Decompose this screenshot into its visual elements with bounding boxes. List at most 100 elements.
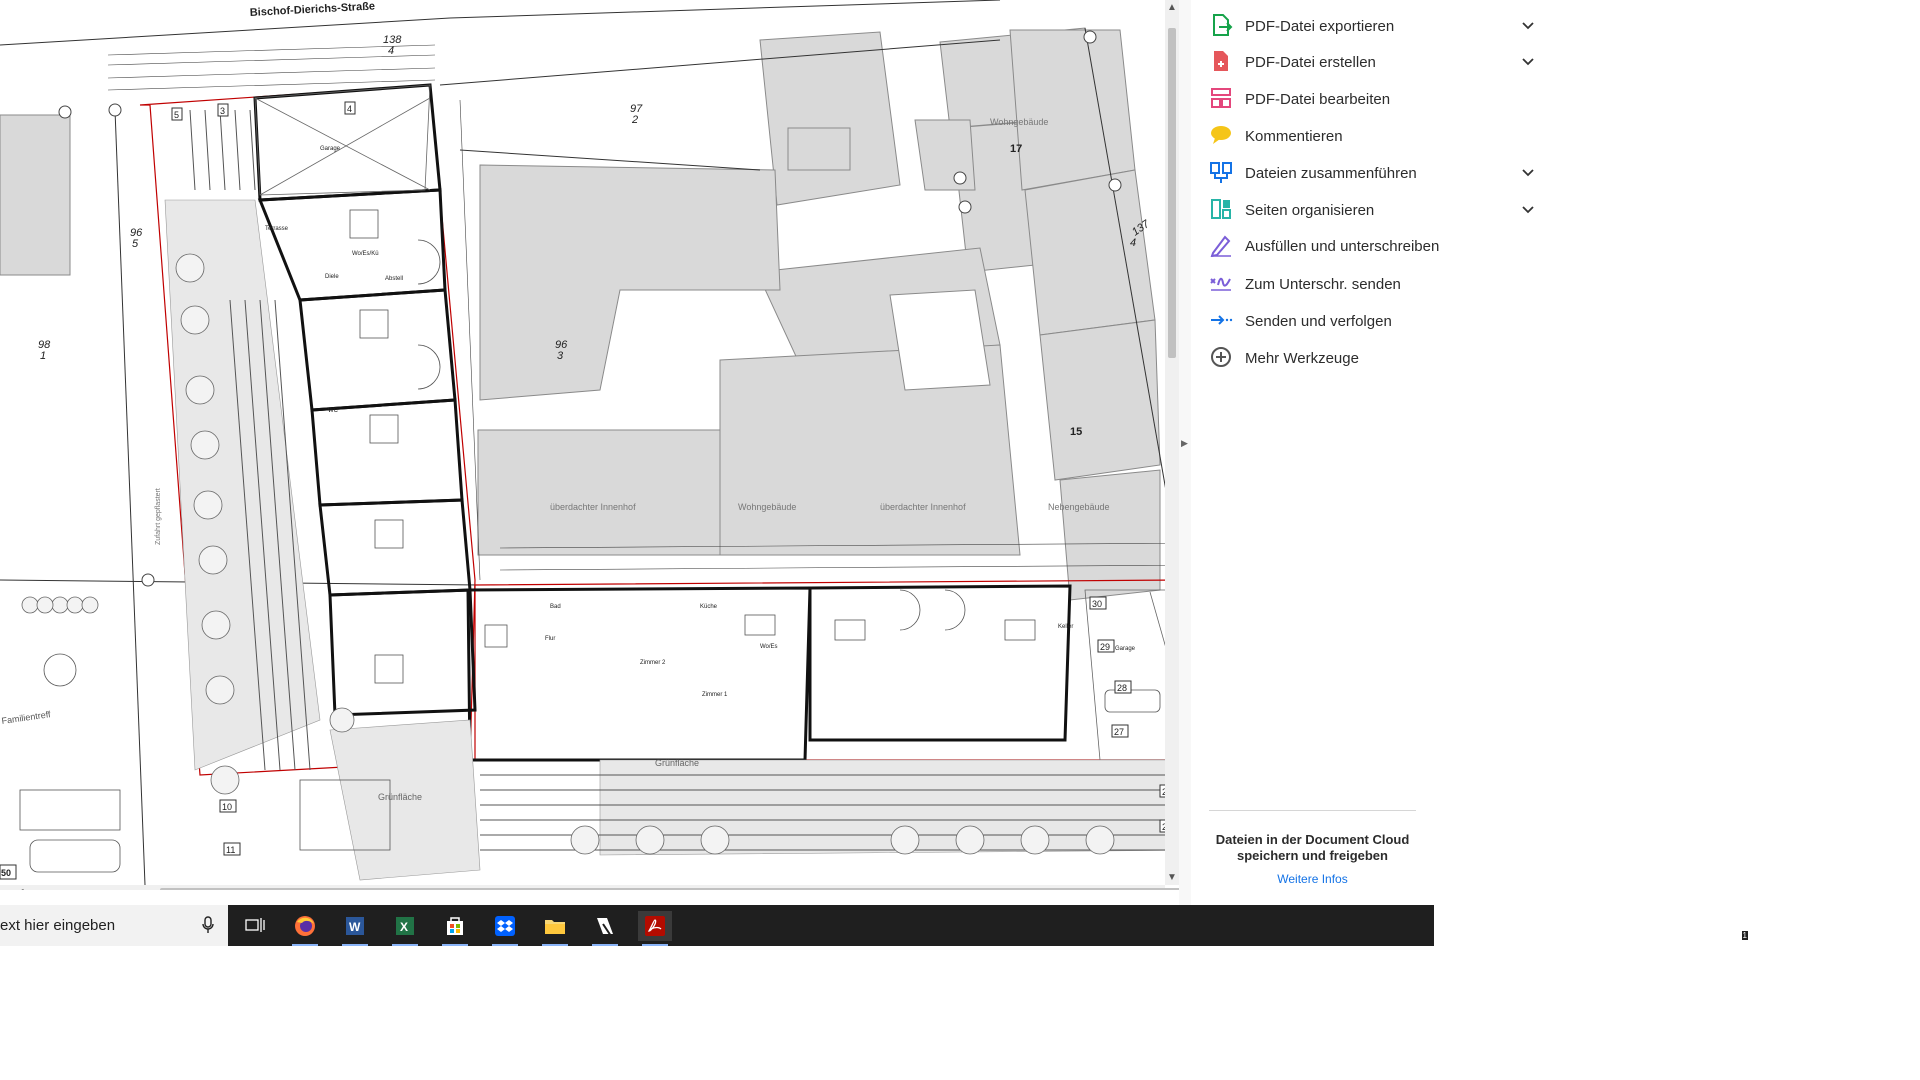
cloud-promo-title: Dateien in der Document Cloud speichern … [1215, 832, 1410, 863]
edit-pdf-icon [1209, 86, 1235, 112]
acrobat-icon[interactable] [638, 911, 672, 946]
tools-panel: PDF-Datei exportieren PDF-Datei erstellen… [1191, 0, 1534, 905]
scroll-up-arrow-icon[interactable]: ▲ [1165, 2, 1179, 13]
show-hidden-icons-icon[interactable] [1560, 905, 1578, 946]
send-for-signature-icon [1209, 271, 1235, 297]
svg-text:4: 4 [347, 104, 352, 114]
building-wohngebaeude-2: Wohngebäude [738, 502, 796, 512]
svg-text:5: 5 [174, 110, 179, 120]
chevron-down-icon[interactable] [1521, 166, 1535, 180]
organize-pages-icon [1209, 197, 1235, 223]
building-wohngebaeude-top: Wohngebäude [990, 117, 1048, 127]
building-innenhof-2: überdachter Innenhof [880, 502, 966, 512]
chevron-down-icon[interactable] [1521, 19, 1535, 33]
create-pdf-icon [1209, 49, 1235, 75]
street-label-top: Bischof-Dierichs-Straße [250, 0, 376, 19]
tool-label: Kommentieren [1245, 127, 1343, 145]
svg-text:30: 30 [1092, 599, 1102, 609]
scroll-down-arrow-icon[interactable]: ▼ [1165, 872, 1179, 883]
dropbox-tray-icon[interactable] [1578, 905, 1596, 946]
room-keller: Keller [1058, 624, 1073, 630]
store-icon[interactable] [438, 911, 472, 946]
pdf-reader-icon[interactable] [588, 911, 622, 946]
microphone-icon[interactable] [202, 916, 214, 939]
tool-label: PDF-Datei bearbeiten [1245, 90, 1391, 108]
svg-text:27: 27 [1114, 727, 1124, 737]
site-plan-drawing: Bischof-Dierichs-Straße Kirchstraße 98 1… [0, 0, 1165, 885]
room-diele: Diele [325, 274, 339, 280]
search-placeholder: ext hier eingeben [0, 917, 116, 934]
room-garage-top: Garage [320, 146, 341, 152]
marker-50: 50 [0, 864, 17, 880]
tool-label: Ausfüllen und unterschreiben [1245, 237, 1440, 255]
parcel-96-3-sub: 3 [557, 350, 564, 362]
clock-time: 20:33 [1666, 911, 1694, 923]
scroll-left-arrow-icon[interactable]: ◂ [14, 885, 28, 890]
word-icon[interactable]: W [338, 911, 372, 946]
parcel-138-4-sub: 4 [388, 45, 394, 57]
dropbox-icon[interactable] [488, 911, 522, 946]
svg-text:29: 29 [1100, 642, 1110, 652]
send-track-icon [1209, 308, 1235, 334]
chevron-down-icon[interactable] [1521, 203, 1535, 217]
vertical-scrollbar[interactable]: ▲ ▼ [1165, 0, 1179, 885]
parcel-137-4-sub: 4 [1130, 237, 1136, 249]
parcel-97-2-sub: 2 [631, 114, 638, 126]
task-view-icon[interactable] [238, 911, 272, 941]
volume-icon[interactable] [1618, 905, 1638, 946]
tool-label: PDF-Datei exportieren [1245, 17, 1395, 35]
room-wo-es: Wo/Es [760, 644, 778, 650]
room-abstell: Abstell [385, 276, 403, 282]
marker-11: 11 [223, 842, 241, 856]
marker-28: 28 [1114, 680, 1132, 694]
tool-more-tools[interactable]: Mehr Werkzeuge [1191, 336, 1434, 380]
firefox-icon[interactable] [288, 911, 322, 946]
marker-5: 5 [171, 107, 183, 121]
people-icon[interactable] [1525, 905, 1551, 946]
chevron-down-icon[interactable] [1521, 55, 1535, 69]
room-zimmer-2: Zimmer 2 [640, 660, 666, 666]
more-tools-icon [1209, 345, 1235, 371]
tool-label: PDF-Datei erstellen [1245, 53, 1376, 71]
taskbar-search[interactable]: ext hier eingeben [0, 905, 228, 946]
room-kueche: Küche [700, 604, 718, 610]
horizontal-scroll-thumb[interactable] [160, 888, 1190, 890]
building-innenhof-1: überdachter Innenhof [550, 502, 636, 512]
label-zufahrt: Zufahrt gepflastert [155, 488, 162, 545]
parcel-96-5-sub: 5 [132, 238, 139, 250]
system-clock[interactable]: 20:33 26.06.2018 [1645, 905, 1715, 946]
marker-30: 30 [1089, 596, 1107, 610]
room-terrasse: Terrasse [265, 226, 289, 232]
room-wo-es-ku: Wo/Es/Kü [352, 251, 379, 257]
collapse-arrow-icon[interactable]: ▶ [1181, 438, 1188, 449]
excel-icon[interactable]: X [388, 911, 422, 946]
parcel-98-1-sub: 1 [40, 350, 46, 362]
network-wifi-icon[interactable] [1596, 905, 1616, 946]
horizontal-scrollbar[interactable]: ◂ ▸ [0, 885, 1418, 890]
tool-label: Senden und verfolgen [1245, 312, 1392, 330]
tool-label: Dateien zusammenführen [1245, 164, 1417, 182]
panel-divider [1209, 810, 1416, 811]
clock-date: 26.06.2018 [1652, 926, 1708, 938]
windows-taskbar: ext hier eingeben W X 20:33 26.06.2018 1 [0, 905, 1748, 946]
svg-text:3: 3 [220, 106, 225, 116]
marker-29: 29 [1097, 639, 1115, 653]
marker-3: 3 [217, 103, 229, 117]
tool-label: Zum Unterschr. senden [1245, 275, 1401, 293]
file-explorer-icon[interactable] [538, 911, 572, 946]
house-number-15: 15 [1070, 426, 1082, 438]
action-center-icon[interactable]: 1 [1720, 905, 1750, 946]
room-flur: Flur [545, 636, 555, 642]
more-info-link[interactable]: Weitere Infos [1205, 872, 1420, 886]
vertical-scroll-thumb[interactable] [1168, 28, 1176, 358]
label-gruenflaeche-1: Grünfläche [655, 758, 699, 768]
room-wc: WC [328, 408, 339, 414]
house-number-17: 17 [1010, 143, 1022, 155]
pdf-viewer[interactable]: Bischof-Dierichs-Straße Kirchstraße 98 1… [0, 0, 1165, 885]
svg-text:28: 28 [1117, 683, 1127, 693]
marker-4: 4 [344, 101, 356, 115]
tool-label: Mehr Werkzeuge [1245, 349, 1359, 367]
tool-label: Seiten organisieren [1245, 201, 1375, 219]
marker-10: 10 [219, 799, 237, 813]
fill-sign-icon [1209, 233, 1235, 259]
